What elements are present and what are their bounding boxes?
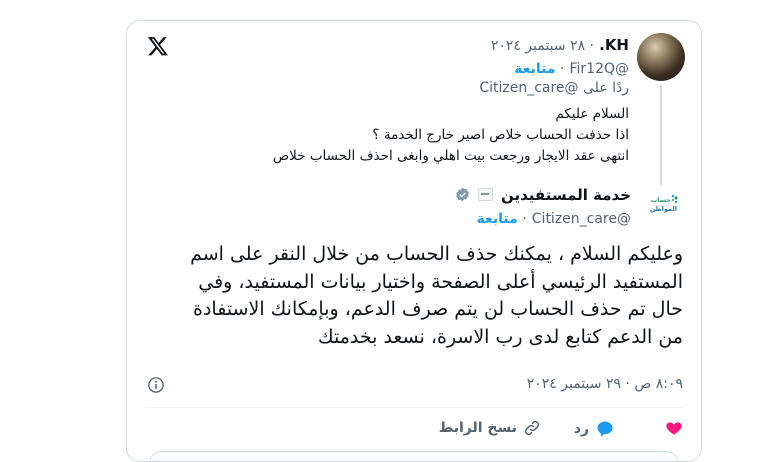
like-button[interactable] bbox=[665, 419, 683, 437]
verified-badge-icon bbox=[455, 187, 469, 202]
citizen-account-logo-icon[interactable]: حساب المواطن bbox=[649, 193, 679, 215]
reply-handle-row: @Fir12Q · متابعة bbox=[514, 61, 629, 77]
main-header: خدمة المستفيدين bbox=[455, 185, 631, 204]
reply-date[interactable]: ٢٨ سبتمبر ٢٠٢٤ bbox=[491, 38, 585, 54]
thread-line bbox=[660, 85, 662, 185]
info-icon[interactable] bbox=[147, 376, 165, 394]
action-divider bbox=[145, 407, 683, 408]
avatar[interactable] bbox=[637, 33, 685, 81]
logo-word-2: المواطن bbox=[650, 205, 677, 213]
link-icon bbox=[524, 420, 540, 436]
reply-bubble-icon bbox=[597, 421, 613, 437]
main-timestamp[interactable]: ٨:٠٩ ص · ٢٩ سبتمبر ٢٠٢٤ bbox=[527, 376, 683, 392]
country-flag-icon bbox=[477, 188, 493, 201]
reply-line-3: انتهى عقد الايجار ورجعت بيت اهلي وابغى ا… bbox=[272, 148, 629, 164]
reply-line-2: اذا حذفت الحساب خلاص اصير خارج الخدمة ؟ bbox=[372, 127, 629, 143]
main-follow-button[interactable]: متابعة bbox=[476, 211, 517, 227]
tweet-card: KH. · ٢٨ سبتمبر ٢٠٢٤ @Fir12Q · متابعة رد… bbox=[126, 20, 702, 462]
logo-word-1: حساب bbox=[651, 196, 672, 204]
reply-label: رد bbox=[573, 421, 589, 437]
reply-line-1: السلام عليكم bbox=[555, 106, 629, 122]
main-display-name[interactable]: خدمة المستفيدين bbox=[501, 186, 631, 204]
heart-icon bbox=[666, 422, 682, 435]
read-replies-button[interactable] bbox=[149, 451, 679, 461]
replying-to[interactable]: ردًا على @Citizen_care bbox=[479, 80, 629, 96]
main-handle[interactable]: @Citizen_care bbox=[532, 211, 631, 227]
reply-display-name[interactable]: KH. bbox=[599, 36, 629, 54]
copy-link-button[interactable]: نسخ الرابط bbox=[439, 419, 541, 437]
main-handle-row: @Citizen_care · متابعة bbox=[476, 211, 631, 227]
reply-handle[interactable]: @Fir12Q bbox=[569, 61, 629, 77]
x-logo-icon[interactable] bbox=[147, 35, 169, 57]
main-tweet-body: وعليكم السلام ، يمكنك حذف الحساب من خلال… bbox=[190, 243, 683, 348]
reply-follow-button[interactable]: متابعة bbox=[514, 61, 555, 77]
reply-header: KH. · ٢٨ سبتمبر ٢٠٢٤ bbox=[490, 36, 629, 54]
reply-button[interactable]: رد bbox=[574, 419, 615, 439]
copy-link-label: نسخ الرابط bbox=[438, 420, 517, 436]
